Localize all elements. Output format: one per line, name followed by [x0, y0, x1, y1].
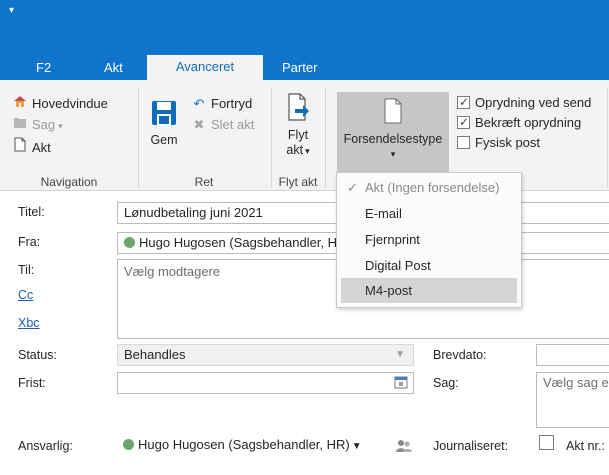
menu-item-label: Fjernprint	[365, 232, 420, 247]
titel-label: Titel:	[18, 205, 45, 219]
folder-icon	[12, 115, 28, 135]
checkbox-label: Bekræft oprydning	[475, 115, 582, 130]
people-icon[interactable]	[396, 438, 412, 460]
akt-label: Akt	[32, 140, 51, 155]
tab-akt[interactable]: Akt	[104, 58, 123, 80]
menu-item-label: M4-post	[365, 283, 412, 298]
fortryd-button[interactable]: ↶ Fortryd	[191, 94, 253, 114]
xbc-link[interactable]: Xbc	[18, 316, 40, 330]
menu-item-m4-post[interactable]: M4-post	[341, 278, 517, 303]
tab-parter[interactable]: Parter	[282, 58, 317, 80]
hovedvindue-button[interactable]: Hovedvindue	[12, 94, 108, 114]
checkbox-label: Oprydning ved send	[475, 95, 592, 110]
checkbox-box[interactable]	[457, 93, 470, 111]
chevron-down-icon: ▾	[58, 121, 63, 131]
bekraeft-oprydning-checkbox[interactable]: Bekræft oprydning	[457, 113, 582, 132]
menu-item-fjernprint[interactable]: Fjernprint	[337, 227, 521, 252]
menu-item-digital-post[interactable]: Digital Post	[337, 253, 521, 278]
ansvarlig-value: Hugo Hugosen (Sagsbehandler, HR)	[138, 437, 350, 452]
journaliseret-label: Journaliseret:	[433, 439, 509, 453]
save-icon	[143, 100, 185, 130]
journaliseret-checkbox[interactable]	[539, 435, 554, 450]
cc-link[interactable]: Cc	[18, 288, 33, 302]
chevron-down-icon: ▾	[305, 146, 310, 156]
document-icon	[337, 92, 449, 128]
group-divider	[271, 88, 272, 188]
checkmark-icon: ✓	[347, 180, 358, 195]
frist-field[interactable]	[117, 372, 414, 394]
menu-item-label: E-mail	[365, 206, 402, 221]
ribbon-tabs: F2 Akt Avanceret Parter	[0, 28, 609, 80]
checkbox-box[interactable]	[457, 113, 470, 131]
ansvarlig-select[interactable]: Hugo Hugosen (Sagsbehandler, HR) ▼	[117, 434, 414, 456]
brevdato-label: Brevdato:	[433, 348, 487, 362]
document-icon	[12, 137, 28, 158]
tab-avanceret[interactable]: Avanceret	[147, 55, 263, 80]
gem-label: Gem	[150, 133, 178, 147]
fra-label: Fra:	[18, 235, 41, 249]
status-value: Behandles	[124, 347, 186, 362]
status-select[interactable]: Behandles ▼	[117, 344, 414, 366]
sag-placeholder: Vælg sag e	[543, 375, 609, 390]
forsendelsestype-menu: ✓ Akt (Ingen forsendelse) E-mail Fjernpri…	[336, 172, 522, 308]
chevron-down-icon: ▼	[351, 441, 362, 452]
til-placeholder: Vælg modtagere	[124, 264, 221, 279]
til-label: Til:	[18, 263, 35, 277]
group-divider	[607, 88, 608, 188]
move-document-icon	[274, 92, 322, 126]
tab-f2[interactable]: F2	[36, 58, 51, 80]
akt-nr-label: Akt nr.:	[566, 439, 605, 453]
flyt-label: Flyt	[287, 128, 309, 142]
ansvarlig-label: Ansvarlig:	[18, 439, 73, 453]
presence-icon	[124, 237, 135, 248]
group-divider	[325, 88, 326, 188]
forsendelsestype-label: Forsendelsestype	[343, 132, 443, 146]
oprydning-ved-send-checkbox[interactable]: Oprydning ved send	[457, 93, 592, 112]
slet-akt-button[interactable]: ✖ Slet akt	[191, 115, 255, 135]
sag-field[interactable]: Vælg sag e	[536, 372, 609, 428]
undo-icon: ↶	[193, 96, 205, 111]
group-label-ret: Ret	[194, 175, 214, 189]
flyt-akt-label: akt	[286, 143, 304, 157]
home-icon	[12, 94, 28, 114]
checkbox-box[interactable]	[457, 136, 470, 149]
menu-item-label: Akt (Ingen forsendelse)	[365, 180, 500, 195]
title-bar: ▾	[0, 0, 609, 28]
flyt-akt-button[interactable]: Flyt akt ▾	[274, 92, 322, 170]
calendar-icon[interactable]	[394, 375, 408, 393]
sag-button[interactable]: Sag ▾	[12, 115, 63, 135]
brevdato-field[interactable]	[536, 344, 609, 366]
fysisk-post-checkbox[interactable]: Fysisk post	[457, 134, 540, 152]
sag-label: Sag	[32, 117, 56, 132]
delete-icon: ✖	[193, 117, 205, 132]
frist-label: Frist:	[18, 376, 46, 390]
fortryd-label: Fortryd	[211, 96, 253, 111]
sag-label: Sag:	[433, 376, 459, 390]
menu-item-email[interactable]: E-mail	[337, 201, 521, 226]
menu-item-akt-ingen-forsendelse[interactable]: ✓ Akt (Ingen forsendelse)	[337, 175, 521, 200]
slet-akt-label: Slet akt	[211, 117, 255, 132]
group-label-navigation: Navigation	[40, 175, 98, 189]
forsendelsestype-button[interactable]: Forsendelsestype ▾	[337, 92, 449, 172]
chevron-down-icon: ▾	[390, 149, 396, 159]
akt-button[interactable]: Akt	[12, 137, 51, 157]
chevron-down-icon: ▼	[395, 349, 405, 360]
fra-value: Hugo Hugosen (Sagsbehandler, H	[139, 235, 338, 250]
presence-icon	[123, 439, 134, 450]
group-divider	[138, 88, 139, 188]
menu-item-label: Digital Post	[365, 258, 431, 273]
checkbox-label: Fysisk post	[475, 135, 541, 150]
status-label: Status:	[18, 348, 57, 362]
dropdown-arrow-icon[interactable]: ▾	[9, 6, 14, 16]
group-label-flyt-akt: Flyt akt	[278, 175, 318, 189]
hovedvindue-label: Hovedvindue	[32, 96, 108, 111]
gem-button[interactable]: Gem	[143, 100, 185, 158]
